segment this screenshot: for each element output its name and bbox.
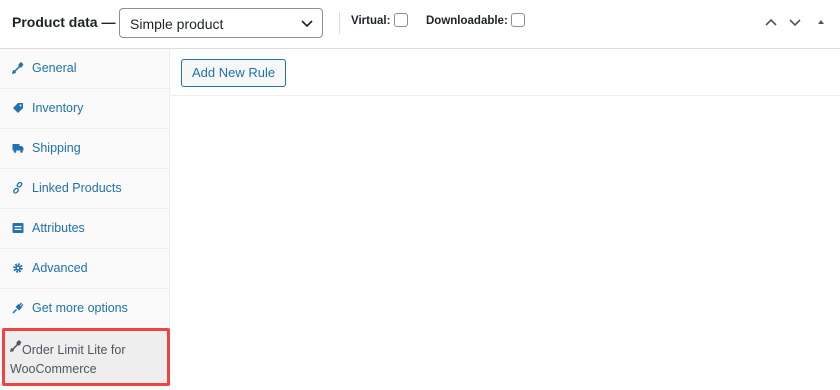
link-icon [13,182,23,194]
tab-label: General [32,61,77,75]
downloadable-checkbox[interactable] [511,13,525,27]
downloadable-label: Downloadable: [426,15,508,27]
tab-label: Order Limit Lite for WooCommerce [10,343,126,376]
tab-general[interactable]: General [0,49,169,89]
tab-linked-products[interactable]: Linked Products [0,169,169,209]
tab-order-limit-lite[interactable]: Order Limit Lite for WooCommerce [2,328,170,386]
tab-content-area: Add New Rule [170,49,840,390]
plug-icon [12,302,24,314]
chevron-up-icon[interactable] [763,14,779,30]
tab-inventory[interactable]: Inventory [0,89,169,129]
tab-label: Shipping [32,141,81,155]
tab-label: Inventory [32,101,84,115]
virtual-checkbox[interactable] [394,13,408,27]
tab-attributes[interactable]: Attributes [0,209,169,249]
rules-toolbar: Add New Rule [170,49,840,96]
tab-shipping[interactable]: Shipping [0,129,169,169]
tab-advanced[interactable]: Advanced [0,249,169,289]
wrench-icon [12,62,24,74]
tab-get-more-options[interactable]: Get more options [0,289,169,329]
truck-icon [12,144,24,153]
tag-icon [13,103,23,113]
list-icon [12,223,24,233]
product-type-value: Simple product [130,16,224,32]
product-data-header: Product data — Simple product Virtual: D… [0,0,840,49]
chevron-down-icon [301,20,313,28]
panel-title: Product data — [12,14,116,30]
chevron-down-icon[interactable] [787,14,803,30]
collapse-toggle-icon[interactable] [813,14,829,30]
tab-label: Attributes [32,221,85,235]
add-new-rule-button[interactable]: Add New Rule [181,59,287,87]
tab-label: Advanced [32,261,88,275]
product-data-tabs: General Inventory Shipping Linked Produc… [0,49,170,390]
product-type-select[interactable]: Simple product [119,8,323,38]
gear-icon [13,263,23,273]
product-data-panel: Product data — Simple product Virtual: D… [0,0,840,390]
header-divider [339,12,340,34]
tab-label: Get more options [32,301,128,315]
virtual-label: Virtual: [351,15,391,27]
tab-label: Linked Products [32,181,122,195]
